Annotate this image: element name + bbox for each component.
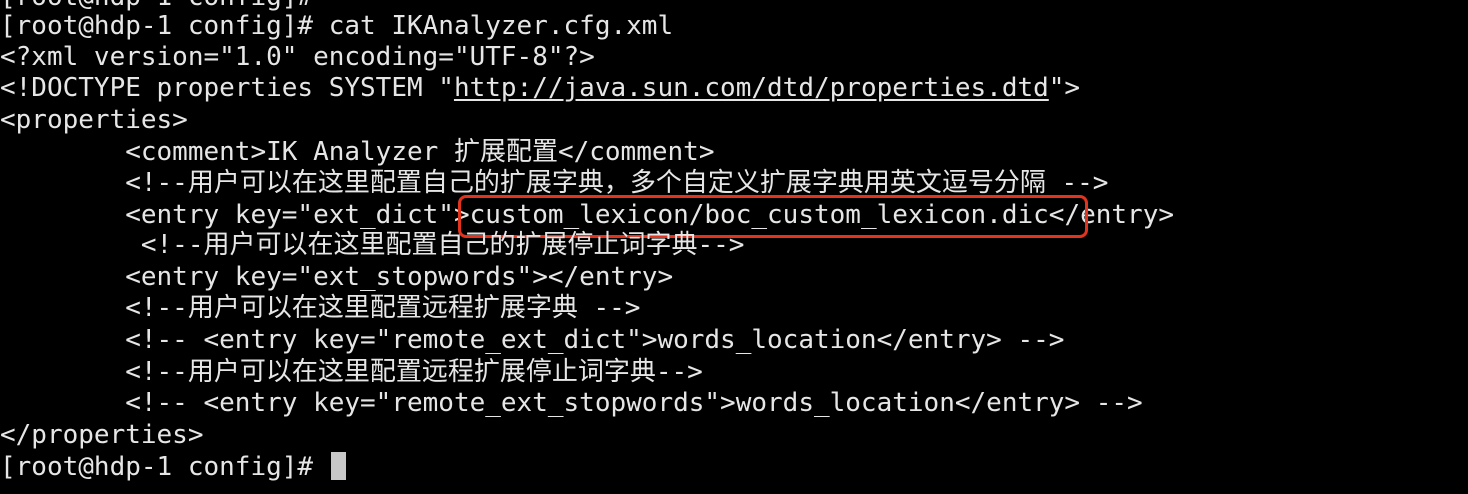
text-cursor — [330, 451, 346, 480]
terminal-line-command: [root@hdp-1 config]# cat IKAnalyzer.cfg.… — [0, 11, 674, 41]
terminal-line-note-remote-dict: <!--用户可以在这里配置远程扩展字典 --> — [0, 293, 641, 323]
terminal-line-properties-close: </properties> — [0, 420, 204, 450]
terminal-line-entry-stopwords: <entry key="ext_stopwords"></entry> — [0, 262, 674, 292]
terminal-line-note-stopwords: <!--用户可以在这里配置自己的扩展停止词字典--> — [0, 230, 745, 260]
terminal-line-xml-declaration: <?xml version="1.0" encoding="UTF-8"?> — [0, 42, 595, 72]
shell-prompt: [root@hdp-1 config]# — [0, 452, 329, 482]
terminal-line-entry-remote-stopwords: <!-- <entry key="remote_ext_stopwords">w… — [0, 388, 1143, 418]
terminal-line-prompt[interactable]: [root@hdp-1 config]# — [0, 451, 346, 483]
terminal-window[interactable]: [root@hdp-1 config]# [root@hdp-1 config]… — [0, 0, 1468, 494]
entry-ext-dict-prefix: <entry key="ext_dict" — [0, 200, 454, 230]
terminal-line-entry-remote-dict: <!-- <entry key="remote_ext_dict">words_… — [0, 325, 1065, 355]
terminal-line-doctype: <!DOCTYPE properties SYSTEM "http://java… — [0, 72, 1080, 104]
terminal-line-properties-open: <properties> — [0, 105, 188, 135]
doctype-url-link[interactable]: http://java.sun.com/dtd/properties.dtd — [454, 73, 1049, 103]
doctype-prefix: <!DOCTYPE properties SYSTEM " — [0, 73, 454, 103]
terminal-line-comment: <comment>IK Analyzer 扩展配置</comment> — [0, 137, 715, 167]
terminal-line-note-remote-stopwords: <!--用户可以在这里配置远程扩展停止词字典--> — [0, 357, 703, 387]
doctype-suffix: "> — [1048, 73, 1081, 103]
